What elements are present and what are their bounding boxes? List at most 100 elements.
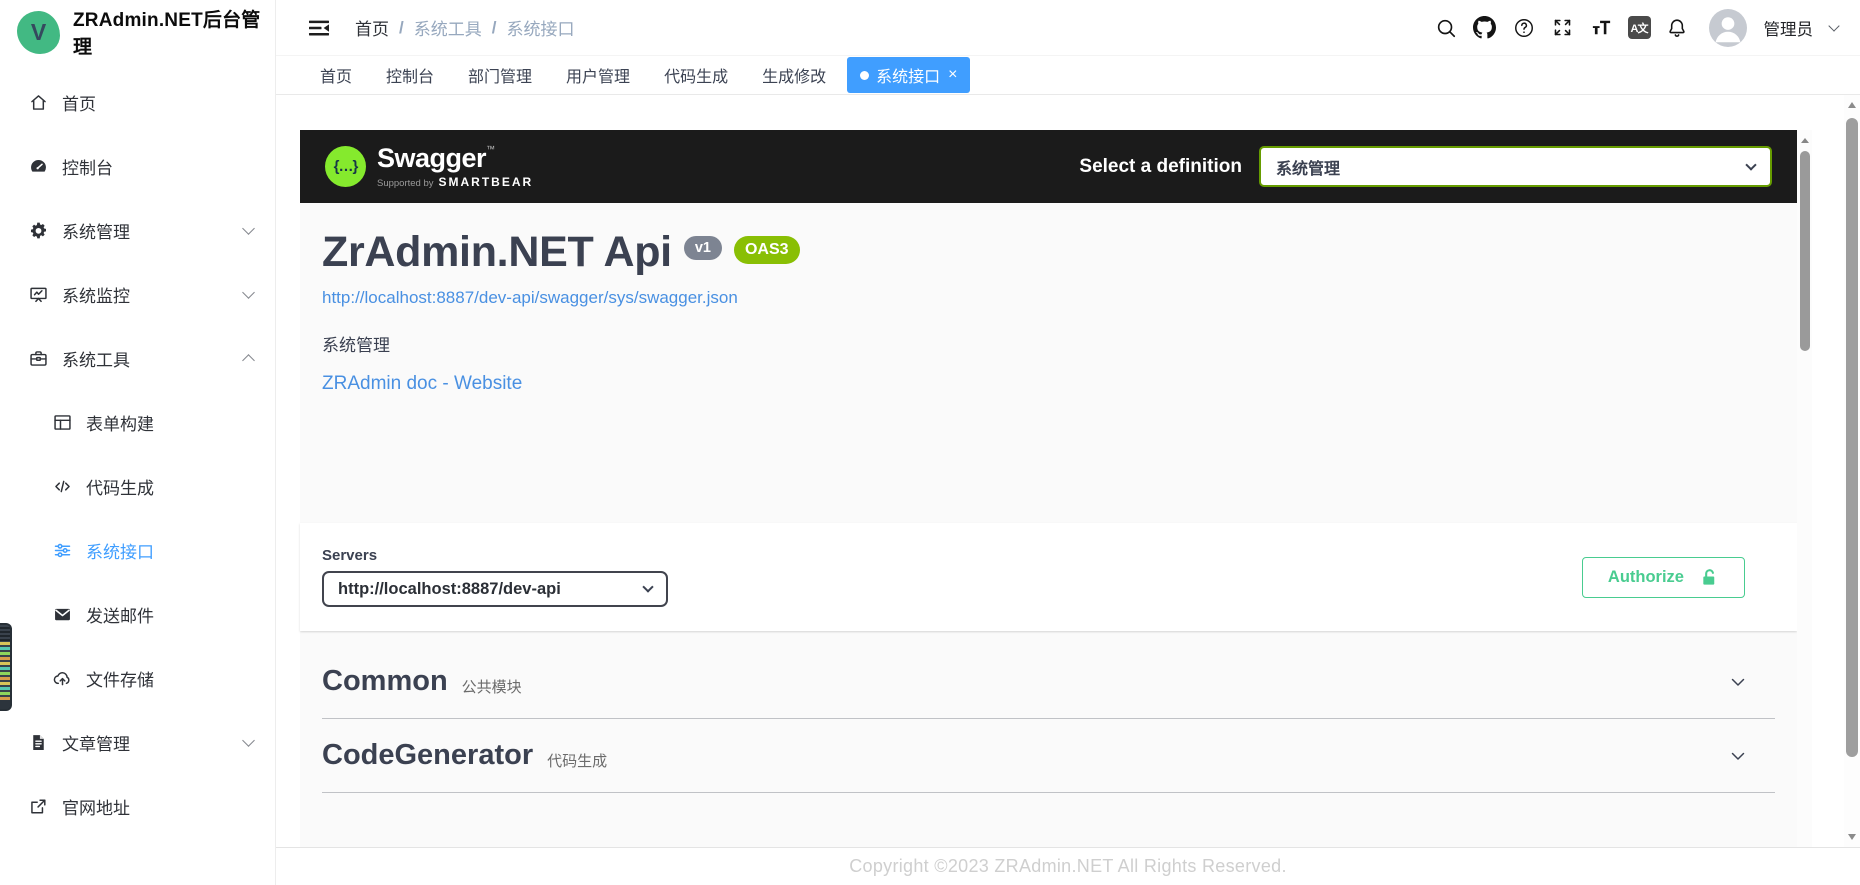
api-sections: Common 公共模块 CodeGenerator代码生成: [300, 645, 1812, 793]
sidebar-item-console[interactable]: 控制台: [0, 134, 275, 198]
sidebar-item-website[interactable]: 官网地址: [0, 774, 275, 838]
breadcrumb-system-tools[interactable]: 系统工具: [414, 15, 482, 40]
help-icon[interactable]: [1511, 15, 1537, 41]
api-section-code-generator[interactable]: CodeGenerator代码生成: [322, 719, 1775, 793]
scroll-up-arrow-icon[interactable]: [1801, 138, 1809, 143]
sidebar-menu: 首页控制台系统管理系统监控系统工具表单构建代码生成系统接口发送邮件文件存储文章管…: [0, 64, 275, 838]
section-name: Common: [322, 665, 448, 698]
footer: Copyright ©2023 ZRAdmin.NET All Rights R…: [276, 847, 1860, 885]
content-area: {…} Swagger™ Supported by SMARTBEAR Sele…: [276, 95, 1860, 847]
breadcrumb-separator: /: [399, 18, 404, 38]
app-logo[interactable]: V ZRAdmin.NET后台管理: [0, 0, 275, 64]
sidebar-item-form-build[interactable]: 表单构建: [0, 390, 275, 454]
swagger-logo-icon: {…}: [325, 146, 366, 187]
sidebar-item-send-mail[interactable]: 发送邮件: [0, 582, 275, 646]
swagger-topbar: {…} Swagger™ Supported by SMARTBEAR Sele…: [300, 130, 1797, 203]
left-edge-widget[interactable]: [0, 623, 12, 711]
translate-icon[interactable]: A文: [1628, 16, 1651, 39]
tab-console[interactable]: 控制台: [373, 57, 447, 93]
tab-label: 部门管理: [468, 63, 532, 87]
tab-label: 控制台: [386, 63, 434, 87]
sidebar: V ZRAdmin.NET后台管理 首页控制台系统管理系统监控系统工具表单构建代…: [0, 0, 276, 885]
api-description: 系统管理: [322, 331, 1812, 356]
page-scrollbar[interactable]: [1844, 95, 1860, 847]
tab-sysapi[interactable]: 系统接口×: [847, 57, 970, 93]
sidebar-item-system-manage[interactable]: 系统管理: [0, 198, 275, 262]
chevron-down-icon: [1745, 159, 1756, 170]
server-select-value: http://localhost:8887/dev-api: [338, 580, 561, 599]
sidebar-item-label: 系统监控: [62, 282, 244, 307]
sliders-icon: [51, 539, 73, 561]
swagger-scrollbar-thumb[interactable]: [1800, 151, 1810, 351]
breadcrumb-system-api[interactable]: 系统接口: [506, 15, 574, 40]
breadcrumb-separator: /: [492, 18, 497, 38]
sidebar-item-system-api[interactable]: 系统接口: [0, 518, 275, 582]
breadcrumb-home[interactable]: 首页: [355, 15, 389, 40]
chevron-down-icon: [242, 286, 255, 299]
active-tab-dot: [860, 71, 869, 80]
tab-codegen[interactable]: 代码生成: [651, 57, 741, 93]
search-icon[interactable]: [1433, 15, 1459, 41]
sidebar-item-home[interactable]: 首页: [0, 70, 275, 134]
top-navbar: 首页 / 系统工具 / 系统接口: [276, 0, 1860, 55]
tab-label: 首页: [320, 63, 352, 87]
sidebar-item-system-tools[interactable]: 系统工具: [0, 326, 275, 390]
swagger-scrollbar[interactable]: [1797, 130, 1812, 847]
main-column: 首页 / 系统工具 / 系统接口: [276, 0, 1860, 885]
swagger-word: Swagger: [377, 143, 486, 173]
sidebar-item-code-gen[interactable]: 代码生成: [0, 454, 275, 518]
fullscreen-icon[interactable]: [1550, 15, 1576, 41]
sidebar-item-label: 文章管理: [62, 730, 244, 755]
close-icon[interactable]: ×: [948, 67, 957, 83]
swagger-logo: {…} Swagger™ Supported by SMARTBEAR: [325, 145, 533, 189]
tab-dept[interactable]: 部门管理: [455, 57, 545, 93]
oas3-badge: OAS3: [734, 236, 800, 264]
tab-user[interactable]: 用户管理: [553, 57, 643, 93]
sidebar-item-label: 官网地址: [62, 794, 253, 819]
scroll-down-arrow-icon[interactable]: [1848, 834, 1856, 840]
tab-genedit[interactable]: 生成修改: [749, 57, 839, 93]
expand-chevron-icon[interactable]: [1726, 670, 1750, 694]
section-description: 公共模块: [462, 676, 522, 697]
tab-home[interactable]: 首页: [307, 57, 365, 93]
sidebar-item-label: 控制台: [62, 154, 253, 179]
sidebar-fold-icon[interactable]: [307, 16, 331, 40]
unlock-icon: [1700, 568, 1719, 587]
section-description: 代码生成: [547, 750, 607, 771]
logo-icon: V: [17, 11, 60, 54]
spec-url-link[interactable]: http://localhost:8887/dev-api/swagger/sy…: [322, 288, 738, 308]
api-info-section: ZrAdmin.NET Api v1 OAS3 http://localhost…: [300, 203, 1812, 395]
doc-website-link[interactable]: ZRAdmin doc - Website: [322, 373, 522, 395]
cloud-upload-icon: [51, 667, 73, 689]
select-definition-label: Select a definition: [1079, 156, 1242, 178]
logo-letter: V: [31, 19, 46, 46]
sidebar-item-label: 系统工具: [62, 346, 244, 371]
text-size-icon[interactable]: [1589, 15, 1615, 41]
current-user[interactable]: 管理员: [1764, 16, 1814, 40]
expand-chevron-icon[interactable]: [1726, 744, 1750, 768]
github-icon[interactable]: [1472, 15, 1498, 41]
sidebar-item-article-manage[interactable]: 文章管理: [0, 710, 275, 774]
bell-icon[interactable]: [1664, 15, 1690, 41]
sidebar-item-label: 表单构建: [86, 410, 253, 435]
definition-select[interactable]: 系统管理: [1259, 146, 1772, 187]
copyright-text: Copyright ©2023 ZRAdmin.NET All Rights R…: [849, 856, 1287, 877]
authorize-button[interactable]: Authorize: [1582, 557, 1745, 598]
sidebar-item-file-storage[interactable]: 文件存储: [0, 646, 275, 710]
sidebar-item-label: 发送邮件: [86, 602, 253, 627]
page-scrollbar-thumb[interactable]: [1846, 118, 1858, 757]
form-icon: [51, 411, 73, 433]
api-section-common[interactable]: Common 公共模块: [322, 645, 1775, 719]
avatar[interactable]: [1709, 9, 1747, 47]
breadcrumb: 首页 / 系统工具 / 系统接口: [355, 15, 574, 40]
scroll-up-arrow-icon[interactable]: [1848, 102, 1856, 108]
user-menu-caret-icon[interactable]: [1828, 20, 1839, 31]
document-icon: [27, 731, 49, 753]
monitor-icon: [27, 283, 49, 305]
chevron-down-icon: [242, 222, 255, 235]
sidebar-item-label: 首页: [62, 90, 253, 115]
server-select[interactable]: http://localhost:8887/dev-api: [322, 571, 668, 607]
servers-label: Servers: [322, 547, 668, 564]
sidebar-item-system-monitor[interactable]: 系统监控: [0, 262, 275, 326]
sidebar-item-label: 系统管理: [62, 218, 244, 243]
